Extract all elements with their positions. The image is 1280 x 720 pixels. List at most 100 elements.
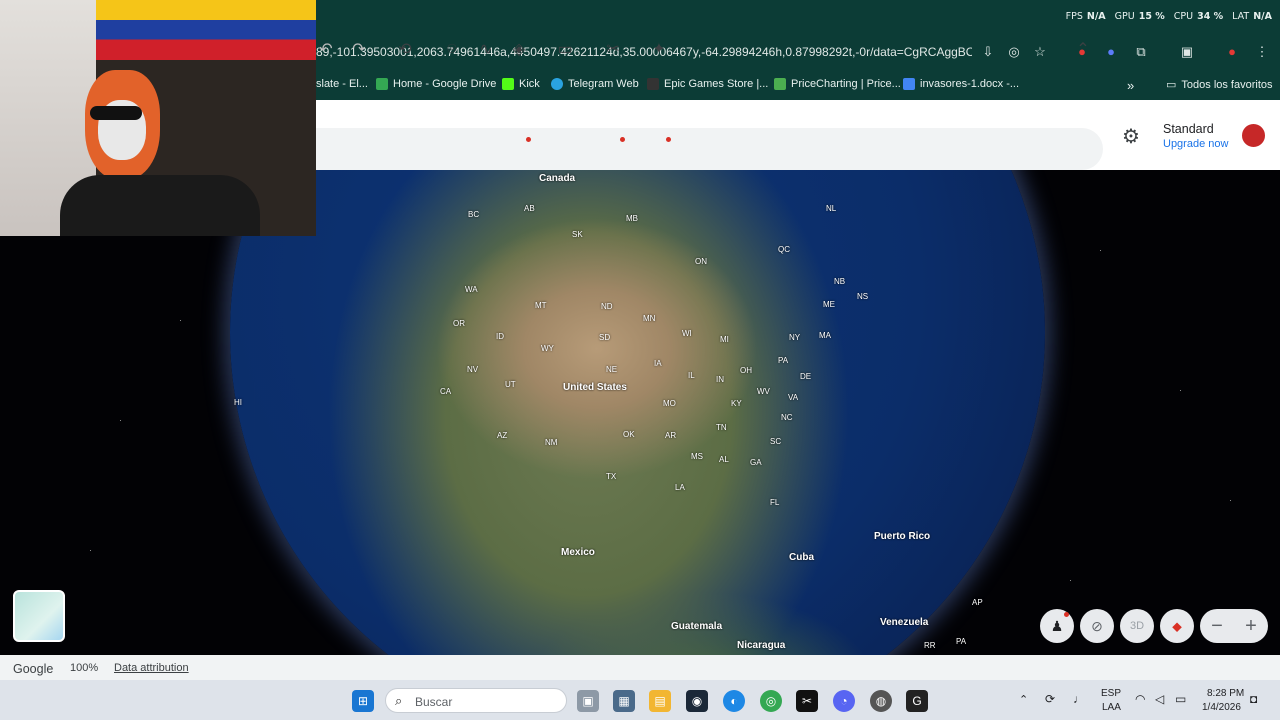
lens-icon[interactable]: ◎ [1004, 42, 1024, 62]
map-label-region: TN [716, 423, 727, 432]
chrome-icon[interactable]: ◎ [760, 690, 782, 712]
keyboard-layout[interactable]: LAA [1102, 702, 1121, 713]
map-label-region: TX [606, 472, 617, 481]
bookmark-item[interactable]: Epic Games Store |... [647, 78, 768, 90]
profile-icon[interactable]: ● [1222, 42, 1242, 62]
notification-bell-icon[interactable]: ◘ [1250, 692, 1257, 706]
upgrade-link[interactable]: Upgrade now [1163, 138, 1228, 150]
file-explorer-icon[interactable]: ▤ [649, 690, 671, 712]
map-label-region: VA [788, 393, 799, 402]
more-bookmarks-button[interactable]: » [1127, 78, 1134, 93]
steam-icon[interactable]: ◉ [686, 690, 708, 712]
gpu-readout: GPU 15 % [1114, 11, 1165, 22]
discord-icon[interactable]: ◔ [833, 690, 855, 712]
map-label-region: NC [781, 413, 793, 422]
bookmark-item[interactable]: PriceCharting | Price... [774, 78, 901, 90]
globe-view[interactable] [0, 170, 1280, 655]
add-placemark-icon[interactable]: ⌾ [440, 38, 464, 62]
map-label-region: IN [716, 375, 724, 384]
avatar[interactable] [1240, 122, 1267, 149]
earth-status-bar: Google 100% Data attribution [0, 655, 1280, 680]
sync-icon[interactable]: ⟳ [1045, 692, 1055, 706]
tools-icon[interactable]: ✂ [601, 38, 625, 62]
bookmark-item[interactable]: invasores-1.docx -... [903, 78, 1019, 90]
map-label-region: QC [778, 245, 790, 254]
google-drive-icon [376, 78, 388, 90]
telegram-icon [551, 78, 563, 90]
epic-games-icon [647, 78, 659, 90]
menu-kebab-icon[interactable]: ⋮ [1252, 42, 1272, 62]
logitech-icon[interactable]: G [906, 690, 928, 712]
map-label-region: WV [757, 387, 770, 396]
map-label-region: IL [688, 371, 695, 380]
battery-icon[interactable]: ▭ [1175, 692, 1186, 706]
map-label-region: SK [572, 230, 583, 239]
map-label-region: UT [505, 380, 516, 389]
microphone-icon[interactable]: ♩ [1073, 692, 1085, 706]
tray-expand-icon[interactable]: ⌃ [1019, 693, 1028, 706]
collapse-chevron-icon[interactable]: ⌃ [1071, 38, 1095, 62]
zoom-out-button[interactable]: − [1200, 609, 1234, 643]
map-label-region: MI [720, 335, 729, 344]
map-label-region: IA [654, 359, 662, 368]
windows-start-icon[interactable]: ⊞ [352, 690, 374, 712]
bookmark-item[interactable]: slate - El... [316, 78, 368, 90]
taskbar-search[interactable]: ⌕ Buscar [385, 688, 567, 713]
media-control-icon[interactable]: ▣ [1177, 42, 1197, 62]
notification-dot [666, 137, 671, 142]
map-label-region: PA [956, 637, 967, 646]
map-label-region: OR [453, 319, 465, 328]
task-view-icon[interactable]: ▣ [577, 690, 599, 712]
map-label-region: ME [823, 300, 835, 309]
capcut-icon[interactable]: ✂ [796, 690, 818, 712]
bookmark-star-icon[interactable]: ☆ [1030, 42, 1050, 62]
map-label-region: MT [535, 301, 547, 310]
obs-icon[interactable]: ◍ [870, 690, 892, 712]
bookmark-item[interactable]: Home - Google Drive [376, 78, 496, 90]
edge-icon[interactable]: ◐ [723, 690, 745, 712]
google-logo: Google [13, 662, 54, 676]
install-app-icon[interactable]: ⇩ [978, 42, 998, 62]
clock-date[interactable]: 1/4/2026 [1202, 702, 1241, 713]
draw-path-icon[interactable]: ∿ [474, 38, 498, 62]
webcam-overlay [0, 0, 316, 236]
wifi-icon[interactable]: ◠ [1135, 692, 1145, 706]
volume-icon[interactable]: ◁ [1155, 692, 1164, 706]
bookmark-item[interactable]: Kick [502, 78, 540, 90]
layers-icon[interactable]: ◈ [507, 38, 531, 62]
folder-icon: ▭ [1166, 79, 1177, 91]
map-label-country: Puerto Rico [874, 531, 931, 542]
zoom-in-button[interactable]: + [1234, 609, 1268, 643]
extensions-puzzle-icon[interactable]: ⧉ [1131, 42, 1151, 62]
pricecharting-icon [774, 78, 786, 90]
map-label-region: MA [819, 331, 831, 340]
map-label-region: ON [695, 257, 707, 266]
map-label-country: Nicaragua [737, 640, 786, 651]
calculator-icon[interactable]: ▦ [613, 690, 635, 712]
location-icon[interactable]: ⊘ [1080, 609, 1114, 643]
ai-sparkle-icon[interactable]: ✦ [647, 38, 671, 62]
map-label-region: MS [691, 452, 703, 461]
clock-time[interactable]: 8:28 PM [1207, 688, 1244, 699]
earth-globe[interactable] [230, 170, 1045, 655]
3d-toggle-button[interactable]: 3D [1120, 609, 1154, 643]
map-style-thumbnail[interactable] [13, 590, 65, 642]
data-attribution-link[interactable]: Data attribution [114, 662, 189, 674]
redo-icon[interactable]: ↷ [347, 38, 371, 62]
measure-icon[interactable]: ▭ [553, 38, 577, 62]
plan-name: Standard [1163, 122, 1214, 136]
bookmark-item[interactable]: Telegram Web [551, 78, 639, 90]
map-label-region: LA [675, 483, 685, 492]
extension-blue-icon[interactable]: ● [1101, 42, 1121, 62]
map-label-country: Guatemala [671, 621, 723, 632]
map-label-region: AP [972, 598, 983, 607]
compass-icon[interactable]: ⬥ [1160, 609, 1194, 643]
map-label-country: Venezuela [880, 617, 929, 628]
undo-icon[interactable]: ↶ [314, 38, 338, 62]
settings-gear-icon[interactable]: ⚙ [1122, 124, 1140, 149]
history-icon[interactable]: ⟲ [393, 38, 417, 62]
language-indicator[interactable]: ESP [1101, 688, 1121, 699]
performance-overlay: FPS N/A GPU 15 % CPU 34 % LAT N/A [1066, 11, 1272, 22]
notification-dot [1064, 612, 1069, 617]
all-bookmarks-folder[interactable]: ▭ Todos los favoritos [1166, 78, 1273, 92]
